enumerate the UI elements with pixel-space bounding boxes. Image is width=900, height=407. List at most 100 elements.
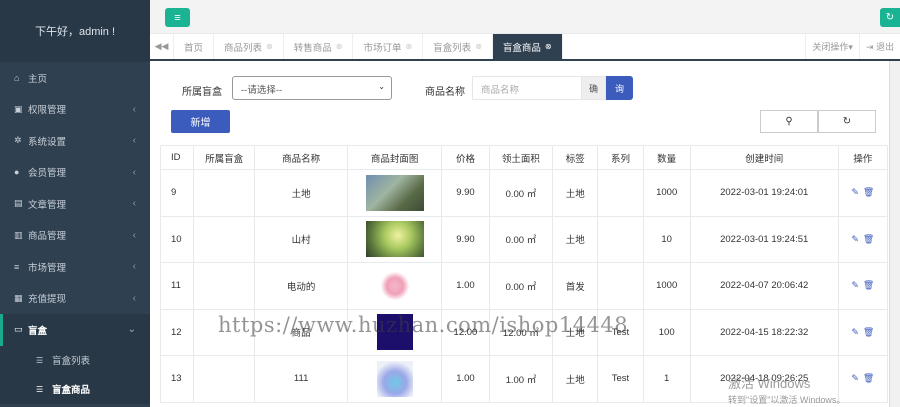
column-header[interactable]: 标签 bbox=[552, 145, 599, 170]
column-header[interactable]: 创建时间 bbox=[689, 145, 839, 170]
edit-icon[interactable]: ✎ bbox=[851, 373, 859, 383]
top-bar: ≡ ↻ bbox=[150, 0, 900, 34]
search-toggle-button[interactable]: ⚲ bbox=[760, 110, 818, 133]
delete-icon[interactable]: 🗑 bbox=[863, 187, 874, 197]
chevron-down-icon: ⌄ bbox=[378, 82, 385, 91]
logout-button[interactable]: ⇥ 退出 bbox=[858, 34, 900, 59]
sidebar-item-1[interactable]: ▣ 权限管理 ‹ bbox=[0, 94, 150, 126]
sidebar-item-6[interactable]: ≡ 市场管理 ‹ bbox=[0, 251, 150, 283]
cell-box bbox=[192, 215, 256, 263]
column-header[interactable]: ID bbox=[160, 145, 194, 170]
cell-box bbox=[192, 355, 256, 403]
name-input[interactable]: 商品名称 bbox=[472, 76, 582, 100]
column-header[interactable]: 所属盲盒 bbox=[192, 145, 256, 170]
sidebar-item-blindbox[interactable]: ▭ 盲盒 ⌄ bbox=[0, 314, 150, 346]
cell-area: 0.00 ㎡ bbox=[488, 169, 554, 217]
sidebar-subitem-0[interactable]: ☰ 盲盒列表 bbox=[0, 345, 150, 375]
sidebar-nav: ⌂ 主页 ▣ 权限管理 ‹ ✲ 系统设置 ‹ ● 会员管理 ‹ ▤ 文章管理 ‹ ▥ 商品管理 ‹ ≡ 市场管理 ‹ ▦… bbox=[0, 62, 150, 404]
close-icon[interactable]: ⊗ bbox=[266, 42, 273, 51]
delete-icon[interactable]: 🗑 bbox=[863, 373, 874, 383]
main-content: 所属盲盒 --请选择-- ⌄ 商品名称 商品名称 确 询 新增 ⚲ ↻ ID 所属… bbox=[150, 61, 900, 407]
add-button[interactable]: 新增 bbox=[171, 110, 230, 133]
cell-series bbox=[597, 262, 644, 310]
delete-icon[interactable]: 🗑 bbox=[863, 280, 874, 290]
sidebar-item-5[interactable]: ▥ 商品管理 ‹ bbox=[0, 220, 150, 252]
cover-image[interactable] bbox=[365, 221, 424, 258]
column-header[interactable]: 系列 bbox=[597, 145, 644, 170]
cell-series bbox=[597, 215, 644, 263]
cell-name: 山村 bbox=[254, 215, 348, 263]
edit-icon[interactable]: ✎ bbox=[851, 187, 859, 197]
cover-image[interactable] bbox=[376, 360, 413, 397]
chevron-left-icon: ‹ bbox=[132, 292, 136, 304]
menu-toggle-button[interactable]: ≡ bbox=[165, 8, 190, 27]
cell-series bbox=[597, 169, 644, 217]
chevron-left-icon: ‹ bbox=[132, 261, 136, 273]
cell-price: 1.00 bbox=[441, 262, 490, 310]
column-header[interactable]: 操作 bbox=[837, 145, 889, 170]
sidebar-item-2[interactable]: ✲ 系统设置 ‹ bbox=[0, 125, 150, 157]
close-icon[interactable]: ⊗ bbox=[475, 42, 482, 51]
column-header[interactable]: 商品名称 bbox=[254, 145, 348, 170]
home-icon: ⌂ bbox=[14, 72, 20, 83]
cover-image[interactable] bbox=[379, 271, 410, 300]
tab-0[interactable]: 首页 bbox=[174, 34, 215, 59]
refresh-page-button[interactable]: ↻ bbox=[880, 8, 900, 27]
column-header[interactable]: 领土面积 bbox=[488, 145, 554, 170]
sidebar-item-4[interactable]: ▤ 文章管理 ‹ bbox=[0, 188, 150, 220]
cell-box bbox=[192, 169, 256, 217]
cell-area: 0.00 ㎡ bbox=[488, 262, 554, 310]
column-header[interactable]: 数量 bbox=[642, 145, 691, 170]
delete-icon[interactable]: 🗑 bbox=[863, 327, 874, 337]
cell-id: 12 bbox=[160, 308, 194, 356]
lock-icon: ▣ bbox=[14, 103, 23, 114]
search-button[interactable]: 询 bbox=[606, 76, 633, 100]
edit-icon[interactable]: ✎ bbox=[851, 234, 859, 244]
tab-blindbox-goods[interactable]: 盲盒商品 ⊗ bbox=[492, 34, 563, 59]
tab-scroll-left-icon[interactable]: ◀◀ bbox=[150, 34, 174, 59]
edit-icon[interactable]: ✎ bbox=[851, 280, 859, 290]
cell-name: 土地 bbox=[254, 169, 348, 217]
cell-created: 2022-04-07 20:06:42 bbox=[689, 262, 839, 310]
sidebar: 下午好，admin ! ⌂ 主页 ▣ 权限管理 ‹ ✲ 系统设置 ‹ ● 会员管理 ‹ ▤ 文章管理 ‹ ▥… bbox=[0, 0, 150, 407]
cell-price: 9.90 bbox=[441, 215, 490, 263]
cell-qty: 100 bbox=[642, 308, 691, 356]
sidebar-item-3[interactable]: ● 会员管理 ‹ bbox=[0, 157, 150, 189]
sidebar-subitem-1[interactable]: ☰ 盲盒商品 bbox=[0, 374, 150, 404]
tab-bar: ◀◀ 首页 商品列表 ⊗ 转售商品 ⊗ 市场订单 ⊗ 盲盒列表 ⊗ 盲盒商品 ⊗ 关闭操作▾ ⇥… bbox=[150, 34, 900, 61]
list-icon: ≡ bbox=[14, 261, 20, 272]
column-header[interactable]: 商品封面图 bbox=[346, 145, 443, 170]
tab-3[interactable]: 市场订单 ⊗ bbox=[353, 34, 424, 59]
cover-image-cell bbox=[346, 215, 443, 263]
blindbox-select[interactable]: --请选择-- ⌄ bbox=[232, 76, 392, 100]
close-icon[interactable]: ⊗ bbox=[336, 42, 343, 51]
close-icon[interactable]: ⊗ bbox=[545, 42, 552, 51]
vertical-scrollbar[interactable] bbox=[889, 61, 900, 407]
cell-created: 2022-03-01 19:24:01 bbox=[689, 169, 839, 217]
user-greeting[interactable]: 下午好，admin ! bbox=[0, 0, 150, 62]
sidebar-item-0[interactable]: ⌂ 主页 bbox=[0, 62, 150, 94]
input-addon: 确 bbox=[582, 76, 606, 100]
close-icon[interactable]: ⊗ bbox=[405, 42, 412, 51]
cell-actions: ✎ 🗑 bbox=[837, 262, 889, 310]
cell-qty: 10 bbox=[642, 215, 691, 263]
delete-icon[interactable]: 🗑 bbox=[863, 234, 874, 244]
cell-id: 13 bbox=[160, 355, 194, 403]
cell-qty: 1000 bbox=[642, 169, 691, 217]
cover-image-cell bbox=[346, 355, 443, 403]
chevron-left-icon: ‹ bbox=[132, 135, 136, 147]
cell-tag: 土地 bbox=[552, 355, 599, 403]
tab-4[interactable]: 盲盒列表 ⊗ bbox=[423, 34, 493, 59]
sidebar-item-label: 系统设置 bbox=[28, 136, 67, 148]
name-label: 商品名称 bbox=[425, 87, 465, 98]
tab-1[interactable]: 商品列表 ⊗ bbox=[214, 34, 284, 59]
refresh-table-button[interactable]: ↻ bbox=[818, 110, 876, 133]
sidebar-item-7[interactable]: ▦ 充值提现 ‹ bbox=[0, 283, 150, 315]
edit-icon[interactable]: ✎ bbox=[851, 327, 859, 337]
close-operations-dropdown[interactable]: 关闭操作▾ bbox=[805, 34, 859, 59]
sidebar-item-label: 充值提现 bbox=[28, 294, 67, 306]
money-icon: ▦ bbox=[14, 292, 23, 303]
cover-image[interactable] bbox=[365, 174, 424, 211]
column-header[interactable]: 价格 bbox=[441, 145, 490, 170]
tab-2[interactable]: 转售商品 ⊗ bbox=[284, 34, 354, 59]
